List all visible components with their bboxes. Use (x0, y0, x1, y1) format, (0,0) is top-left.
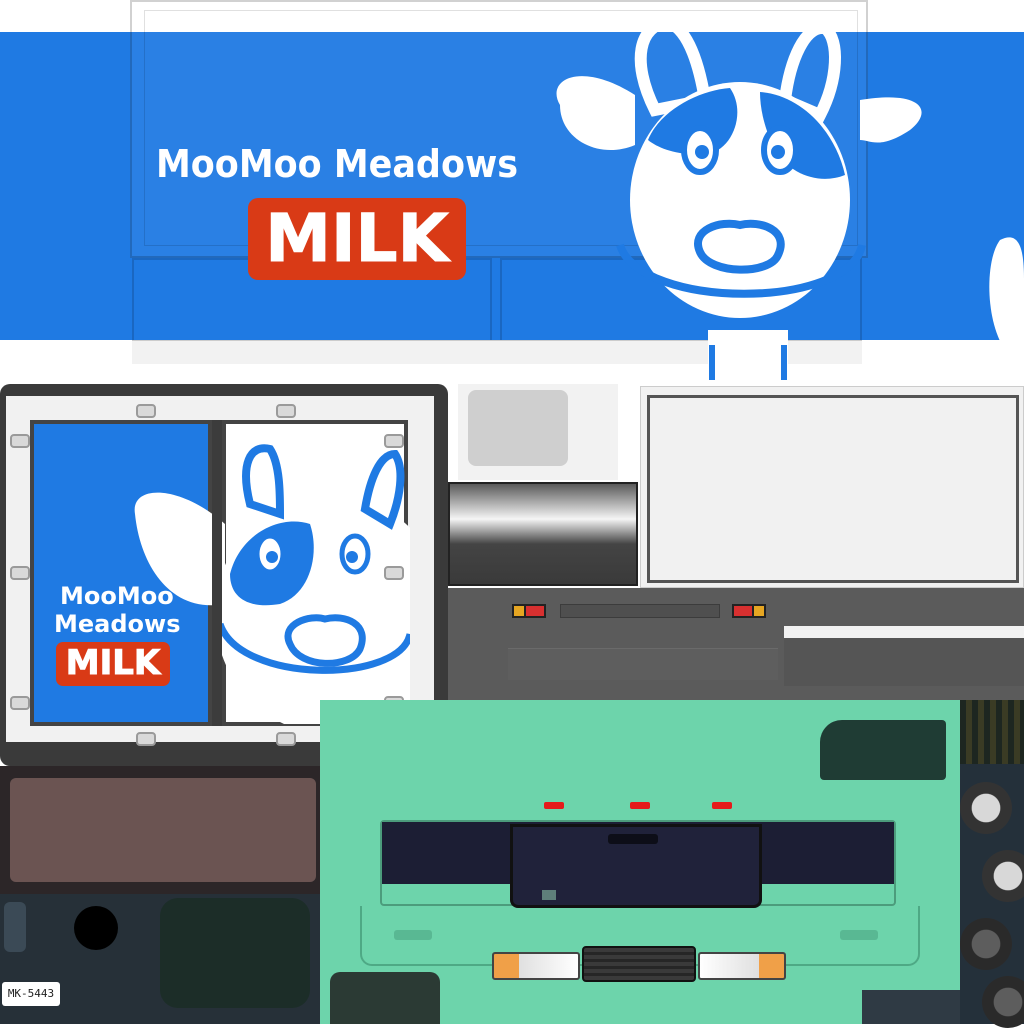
speaker-circle (74, 906, 118, 950)
wheel-hub-icon (960, 918, 1012, 970)
seat-texture (0, 766, 336, 894)
wheel-hub-icon (960, 782, 1012, 834)
pedal-slot (4, 902, 26, 952)
door-hinge-bolt (10, 566, 30, 580)
rear-chassis (448, 588, 1024, 700)
tread-texture (960, 700, 1024, 764)
headlight-left (492, 952, 580, 980)
door-handle-right (840, 930, 878, 940)
door-hinge-bolt (10, 696, 30, 710)
cow-mascot-side-icon (556, 15, 1024, 380)
tail-light-left-amber (512, 604, 526, 618)
tail-light-right-amber (752, 604, 766, 618)
cab-roof-strip (458, 384, 618, 480)
dash-panel (160, 898, 310, 1008)
license-plate: MK-5443 (2, 982, 60, 1006)
door-hinge-bolt (136, 404, 156, 418)
marker-light (712, 802, 732, 809)
tow-plate (862, 990, 960, 1024)
rear-door-seam (212, 420, 222, 726)
door-hinge-bolt (10, 434, 30, 448)
roof-panel-inner (647, 395, 1019, 583)
door-hinge-bolt (384, 566, 404, 580)
front-grille (582, 946, 696, 982)
door-hinge-bolt (276, 404, 296, 418)
side-milk-badge: MILK (248, 198, 466, 280)
door-brand-line-2: Meadows (54, 610, 181, 638)
marker-light (630, 802, 650, 809)
door-milk-badge: MILK (56, 642, 170, 686)
tire-strip (960, 700, 1024, 1028)
cab-side-window (820, 720, 946, 780)
wheel-hub-icon (982, 850, 1024, 902)
bumper-gradient-strip (448, 482, 638, 586)
roof-vent (468, 390, 568, 466)
door-handle-left (394, 930, 432, 940)
cab-front (320, 700, 960, 1024)
headlight-right (698, 952, 786, 980)
chassis-step (784, 626, 1024, 686)
wheel-hub-icon (982, 976, 1024, 1028)
door-hinge-bolt (276, 732, 296, 746)
door-brand-line-1: MooMoo (60, 582, 174, 610)
side-panel: MooMoo Meadows MILK (0, 0, 1024, 380)
cab-step-left (330, 972, 440, 1024)
interior-dark: MK-5443 (0, 894, 336, 1024)
door-hinge-bolt (136, 732, 156, 746)
seat-cushion (10, 778, 316, 882)
side-brand-text: MooMoo Meadows (156, 142, 519, 186)
bumper-rail (560, 604, 720, 618)
mirror-mount (608, 834, 658, 844)
cab-badge (542, 890, 556, 900)
roof-panel (640, 386, 1024, 588)
chassis-lower (508, 648, 778, 680)
cow-mascot-door-icon (134, 444, 410, 724)
door-hinge-bolt (384, 434, 404, 448)
marker-light (544, 802, 564, 809)
